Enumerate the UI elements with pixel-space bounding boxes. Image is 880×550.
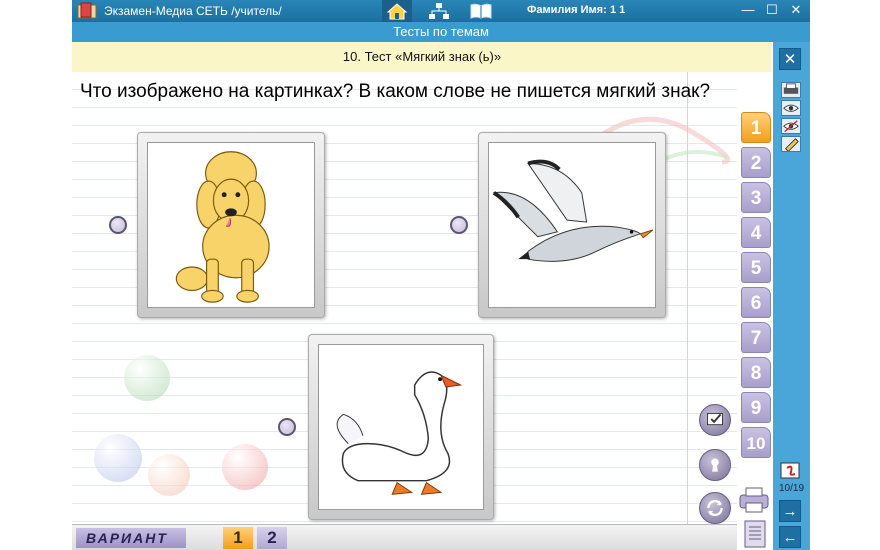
tab-question-9[interactable]: 9 (741, 392, 771, 423)
picture-card-1 (137, 132, 325, 318)
page-counter: 10/19 (778, 483, 805, 494)
app-title: Экзамен-Медиа СЕТЬ /учитель/ (104, 4, 282, 18)
decor-bubble-peach (148, 454, 190, 496)
app-book-icon (76, 2, 98, 20)
printer-small-icon (783, 83, 799, 94)
reset-button[interactable] (699, 492, 731, 524)
seagull-icon (492, 159, 654, 262)
checklist-icon (707, 412, 723, 426)
question-tabs: 1 2 3 4 5 6 7 8 9 10 (737, 72, 773, 524)
variant-1-button[interactable]: 1 (223, 527, 253, 549)
structure-button[interactable] (428, 2, 450, 20)
tab-question-7[interactable]: 7 (741, 322, 771, 353)
print-page-button[interactable] (738, 486, 770, 514)
maximize-button[interactable]: ☐ (764, 2, 780, 18)
decor-bubble-red (222, 444, 268, 490)
eye-crossed-icon (783, 120, 799, 133)
hierarchy-icon (429, 3, 449, 19)
open-book-icon (470, 3, 492, 19)
tab-question-4[interactable]: 4 (741, 217, 771, 248)
tab-question-3[interactable]: 3 (741, 182, 771, 213)
library-button[interactable] (469, 2, 493, 20)
print-button[interactable] (781, 82, 801, 98)
document-button[interactable] (742, 520, 768, 548)
pencil-icon (784, 138, 799, 153)
picture-card-2 (478, 132, 666, 318)
tab-question-5[interactable]: 5 (741, 252, 771, 283)
decor-bubble-blue (94, 434, 142, 482)
edit-button[interactable] (781, 136, 801, 153)
close-test-button[interactable]: ✕ (779, 48, 801, 70)
variant-label: ВАРИАНТ (76, 528, 186, 548)
question-text: Что изображено на картинках? В каком сло… (80, 81, 711, 102)
close-window-button[interactable]: ✕ (788, 2, 804, 18)
minimize-button[interactable]: — (740, 2, 756, 18)
eye-icon (783, 104, 799, 112)
tab-question-1[interactable]: 1 (741, 112, 771, 143)
hide-answers-button[interactable] (781, 118, 801, 134)
tab-question-10[interactable]: 10 (741, 427, 771, 458)
answer-radio-3[interactable] (278, 418, 296, 436)
test-title: 10. Тест «Мягкий знак (ь)» (72, 42, 772, 72)
home-icon (386, 3, 408, 20)
picture-card-3 (308, 334, 494, 520)
tab-question-8[interactable]: 8 (741, 357, 771, 388)
poodle-icon (175, 151, 270, 303)
user-name-value: 1 1 (610, 4, 626, 16)
title-bar: Экзамен-Медиа СЕТЬ /учитель/ Фамилия Имя… (72, 0, 810, 22)
question-area: Что изображено на картинках? В каком сло… (72, 72, 737, 524)
swan-icon (336, 371, 463, 495)
next-button[interactable]: → (779, 500, 801, 522)
journal-icon[interactable] (779, 460, 803, 480)
document-icon (744, 520, 766, 548)
tab-question-6[interactable]: 6 (741, 287, 771, 318)
keyhole-icon (711, 458, 719, 472)
answer-radio-1[interactable] (109, 216, 127, 234)
printer-icon (739, 487, 769, 513)
right-toolbar: ✕ 10/19 → ← (773, 42, 810, 550)
user-name-label: Фамилия Имя: (527, 4, 607, 16)
home-button[interactable] (382, 0, 412, 22)
prev-button[interactable]: ← (779, 526, 801, 548)
show-answers-button[interactable] (781, 100, 801, 116)
decor-bubble-green (124, 355, 170, 401)
answer-radio-2[interactable] (450, 216, 468, 234)
picture-1 (147, 142, 315, 308)
refresh-icon (707, 499, 723, 517)
section-title: Тесты по темам (72, 22, 810, 42)
picture-2 (488, 142, 656, 308)
hint-button[interactable] (699, 449, 731, 481)
picture-3 (318, 344, 484, 510)
tab-question-2[interactable]: 2 (741, 147, 771, 178)
check-answer-button[interactable] (699, 404, 731, 436)
variant-bar: ВАРИАНТ 1 2 (72, 524, 737, 550)
variant-2-button[interactable]: 2 (257, 527, 287, 549)
